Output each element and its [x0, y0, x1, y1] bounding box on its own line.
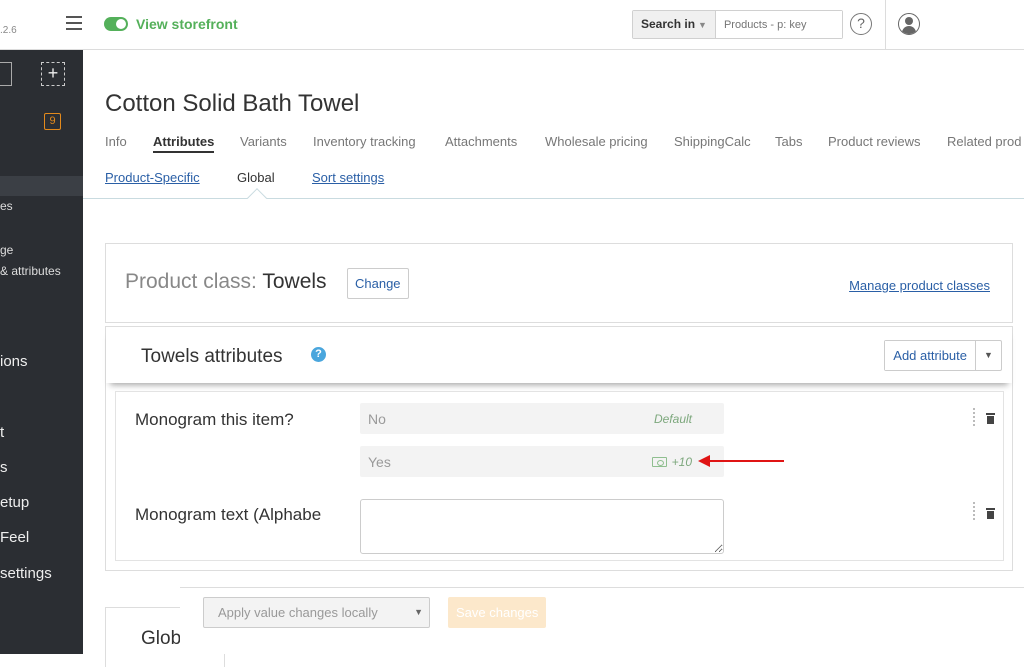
attribute-value: No	[368, 411, 386, 427]
search-scope-dropdown[interactable]: Search in ▼	[633, 11, 716, 38]
apply-changes-select[interactable]: Apply value changes locally ▼	[203, 597, 430, 628]
divider	[885, 0, 886, 50]
sidebar-item[interactable]: es	[0, 199, 13, 213]
menu-icon[interactable]	[66, 16, 82, 30]
sidebar-item[interactable]: & attributes	[0, 264, 61, 278]
annotation-arrow-icon	[698, 455, 788, 467]
tab-attributes[interactable]: Attributes	[153, 134, 215, 153]
tab-variants[interactable]: Variants	[240, 134, 287, 149]
product-class-value: Towels	[262, 270, 327, 293]
tab-attachments[interactable]: Attachments	[445, 134, 517, 149]
subtab-global[interactable]: Global	[237, 170, 275, 185]
attribute-value: Yes	[368, 454, 391, 470]
global-attributes-title: Glob	[141, 628, 182, 649]
storefront-toggle-icon[interactable]	[104, 17, 128, 31]
add-attribute-group: Add attribute ▼	[884, 340, 1002, 371]
money-icon	[652, 457, 667, 467]
page-title: Cotton Solid Bath Towel	[105, 90, 360, 117]
sidebar-item[interactable]: etup	[0, 494, 29, 511]
attributes-list: Monogram this item? No Default Yes +10 M…	[115, 391, 1004, 561]
tab-related-products[interactable]: Related prod	[947, 134, 1021, 149]
monogram-text-input[interactable]	[360, 499, 724, 554]
notification-badge[interactable]: 9	[44, 113, 61, 130]
attribute-value-row[interactable]: No Default	[360, 403, 724, 434]
trash-icon[interactable]	[986, 508, 995, 519]
subtab-sort-settings[interactable]: Sort settings	[312, 170, 384, 185]
help-icon[interactable]: ?	[311, 347, 326, 362]
attribute-name: Monogram this item?	[135, 410, 294, 429]
subtab-product-specific[interactable]: Product-Specific	[105, 170, 200, 185]
add-icon[interactable]: +	[41, 62, 65, 86]
drag-handle-icon[interactable]	[973, 502, 975, 520]
add-attribute-button[interactable]: Add attribute	[885, 341, 975, 370]
help-icon[interactable]: ?	[850, 13, 872, 35]
attributes-header: Towels attributes ? Add attribute ▼	[106, 327, 1012, 383]
tab-tabs[interactable]: Tabs	[775, 134, 802, 149]
product-class-label: Product class: Towels	[125, 270, 327, 294]
arrow-line	[708, 460, 784, 462]
tab-product-reviews[interactable]: Product reviews	[828, 134, 920, 149]
manage-product-classes-link[interactable]: Manage product classes	[849, 278, 990, 293]
footer-bar: Apply value changes locally ▼ Save chang…	[180, 587, 1024, 654]
chevron-down-icon[interactable]: ▼	[975, 341, 1001, 370]
sidebar-item[interactable]: ions	[0, 353, 28, 370]
save-changes-button[interactable]: Save changes	[448, 597, 547, 628]
sidebar-item[interactable]: Feel	[0, 529, 29, 546]
sidebar-item[interactable]: ge	[0, 243, 13, 257]
chevron-down-icon: ▼	[414, 607, 423, 617]
tab-inventory-tracking[interactable]: Inventory tracking	[313, 134, 416, 149]
product-class-panel: Product class: Towels Change Manage prod…	[105, 243, 1013, 323]
default-tag: Default	[653, 412, 692, 426]
search-scope-label: Search in	[641, 17, 696, 31]
sidebar-item[interactable]: s	[0, 459, 8, 476]
subtabs: Product-Specific Global Sort settings	[83, 160, 1024, 199]
tab-shippingcalc[interactable]: ShippingCalc	[674, 134, 751, 149]
search-group: Search in ▼	[632, 10, 843, 39]
view-storefront-link[interactable]: View storefront	[136, 16, 238, 32]
change-class-button[interactable]: Change	[347, 268, 409, 299]
user-avatar-icon[interactable]	[898, 13, 920, 35]
top-bar: .2.6 View storefront Search in▼ ?	[0, 0, 1024, 50]
sidebar: + 9 es ge & attributes ions t s etup Fee…	[0, 50, 83, 654]
attributes-panel: Towels attributes ? Add attribute ▼ Mono…	[105, 326, 1013, 571]
price-modifier[interactable]: +10	[672, 455, 692, 469]
sidebar-item[interactable]: settings	[0, 565, 52, 582]
sidebar-active-band	[0, 176, 83, 196]
attribute-value-row[interactable]: Yes +10	[360, 446, 724, 477]
sidebar-item[interactable]: t	[0, 424, 4, 441]
drag-handle-icon[interactable]	[973, 408, 975, 426]
trash-icon[interactable]	[986, 413, 995, 424]
apply-changes-label: Apply value changes locally	[218, 605, 378, 620]
chevron-down-icon: ▼	[698, 20, 707, 30]
tab-info[interactable]: Info	[105, 134, 127, 149]
main-content: Cotton Solid Bath Towel Info Attributes …	[83, 50, 1024, 667]
version-label: .2.6	[0, 25, 17, 36]
attributes-title: Towels attributes	[141, 346, 283, 367]
tab-wholesale-pricing[interactable]: Wholesale pricing	[545, 134, 648, 149]
product-class-caption: Product class:	[125, 270, 257, 293]
search-input[interactable]	[715, 11, 842, 38]
sidebar-square-icon[interactable]	[0, 62, 12, 86]
attribute-name: Monogram text (Alphabe	[135, 505, 322, 524]
